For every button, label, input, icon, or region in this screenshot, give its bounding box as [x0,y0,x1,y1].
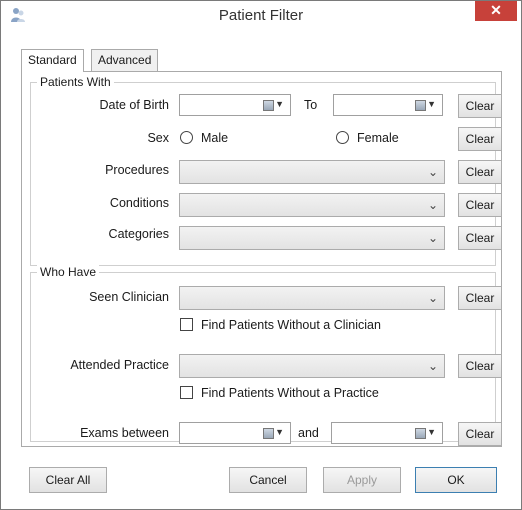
who-have-title: Who Have [37,265,100,279]
seen-clinician-dropdown[interactable]: ⌄ [179,286,445,310]
sex-label: Sex [147,131,169,145]
no-clinician-checkbox[interactable] [180,318,193,331]
exams-between-label: Exams between [80,426,169,440]
calendar-icon[interactable] [415,100,426,111]
seen-clinician-label: Seen Clinician [89,290,169,304]
chevron-down-icon[interactable]: ⌄ [428,359,438,373]
procedures-dropdown[interactable]: ⌄ [179,160,445,184]
clear-all-button[interactable]: Clear All [29,467,107,493]
chevron-down-icon[interactable]: ▼ [275,427,284,437]
exams-to-date-picker[interactable]: ▼ [331,422,443,444]
date-of-birth-label: Date of Birth [99,98,169,112]
clear-clinician-button[interactable]: Clear [458,286,502,310]
close-button[interactable]: ✕ [475,1,517,21]
tab-standard[interactable]: Standard [21,49,84,72]
female-radio[interactable] [336,131,349,144]
title-bar: Patient Filter ✕ [1,1,521,29]
to-label: To [304,98,318,112]
and-label: and [298,426,319,440]
female-label[interactable]: Female [357,131,399,145]
chevron-down-icon[interactable]: ▼ [427,427,436,437]
categories-label: Categories [108,227,169,241]
clear-dob-button[interactable]: Clear [458,94,502,118]
chevron-down-icon[interactable]: ⌄ [428,231,438,245]
standard-tab-panel: Patients With Date of Birth ▼ To ▼ Clear… [21,71,502,447]
conditions-dropdown[interactable]: ⌄ [179,193,445,217]
clear-practice-button[interactable]: Clear [458,354,502,378]
no-clinician-label[interactable]: Find Patients Without a Clinician [201,318,381,332]
chevron-down-icon[interactable]: ⌄ [428,165,438,179]
clear-categories-button[interactable]: Clear [458,226,502,250]
clear-sex-button[interactable]: Clear [458,127,502,151]
dob-from-date-picker[interactable]: ▼ [179,94,291,116]
tab-advanced[interactable]: Advanced [91,49,159,71]
window-title: Patient Filter [218,7,304,24]
procedures-label: Procedures [105,163,169,177]
dob-to-date-picker[interactable]: ▼ [333,94,443,116]
no-practice-checkbox[interactable] [180,386,193,399]
conditions-label: Conditions [109,196,169,210]
close-icon: ✕ [490,2,502,18]
cancel-button[interactable]: Cancel [229,467,307,493]
ok-button[interactable]: OK [415,467,497,493]
chevron-down-icon[interactable]: ▼ [275,99,284,109]
clear-exams-button[interactable]: Clear [458,422,502,446]
calendar-icon[interactable] [263,428,274,439]
male-label[interactable]: Male [201,131,228,145]
chevron-down-icon[interactable]: ⌄ [428,198,438,212]
calendar-icon[interactable] [263,100,274,111]
patients-with-title: Patients With [37,75,114,89]
attended-practice-dropdown[interactable]: ⌄ [179,354,445,378]
male-radio[interactable] [180,131,193,144]
categories-dropdown[interactable]: ⌄ [179,226,445,250]
clear-procedures-button[interactable]: Clear [458,160,502,184]
calendar-icon[interactable] [415,428,426,439]
chevron-down-icon[interactable]: ▼ [427,99,436,109]
dialog-footer: Clear All Cancel Apply OK [1,449,521,509]
no-practice-label[interactable]: Find Patients Without a Practice [201,386,379,400]
apply-button[interactable]: Apply [323,467,401,493]
patient-filter-dialog: Patient Filter ✕ Standard Advanced Patie… [0,0,522,510]
clear-conditions-button[interactable]: Clear [458,193,502,217]
exams-from-date-picker[interactable]: ▼ [179,422,291,444]
attended-practice-label: Attended Practice [70,358,169,372]
chevron-down-icon[interactable]: ⌄ [428,291,438,305]
